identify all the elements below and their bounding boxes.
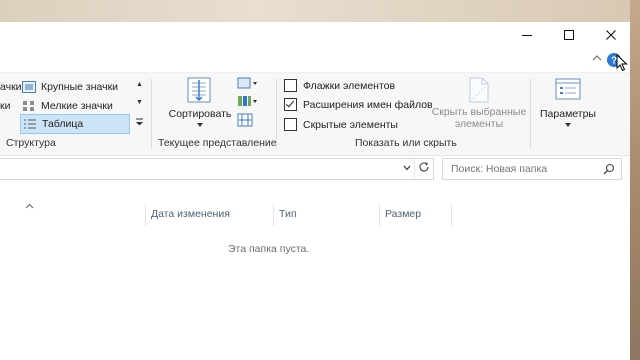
label-line-1: Скрыть выбранные xyxy=(431,106,527,118)
options-icon xyxy=(555,78,581,100)
column-divider[interactable] xyxy=(451,204,452,226)
layout-item-label: ки xyxy=(0,100,11,112)
file-explorer-window: ? ачки ки Крупные значки Мелкие значки Т… xyxy=(0,22,630,360)
column-divider[interactable] xyxy=(273,204,274,226)
layout-item-medium-icons[interactable]: ачки xyxy=(0,78,22,96)
checkbox-label: Расширения имен файлов xyxy=(303,98,433,111)
search-input[interactable] xyxy=(449,162,603,176)
checkbox-label: Скрытые элементы xyxy=(303,118,398,131)
layout-item-large-icons[interactable]: Крупные значки xyxy=(22,78,118,96)
group-divider xyxy=(276,79,277,149)
large-icons-icon xyxy=(22,81,36,93)
empty-folder-message: Эта папка пуста. xyxy=(228,243,310,255)
title-bar xyxy=(0,22,630,48)
checkbox-box-checked[interactable] xyxy=(284,98,297,111)
hidden-items-toggle[interactable]: Скрытые элементы xyxy=(284,118,398,131)
layout-scroll-down-icon[interactable]: ▼ xyxy=(136,99,143,106)
size-columns-icon xyxy=(237,113,253,127)
add-columns-icon xyxy=(238,96,257,106)
layout-item-small-icons-partial[interactable]: ки xyxy=(0,97,10,115)
minimize-button[interactable] xyxy=(506,22,548,48)
address-bar[interactable] xyxy=(0,158,434,180)
maximize-icon xyxy=(564,30,574,40)
group-by-icon xyxy=(237,77,257,89)
layout-item-label: Мелкие значки xyxy=(41,100,113,112)
desktop-background-edge xyxy=(630,0,640,360)
chevron-down-icon xyxy=(197,123,203,127)
close-icon xyxy=(606,30,616,40)
ribbon-view-tab: ачки ки Крупные значки Мелкие значки Таб… xyxy=(0,72,630,156)
chevron-down-icon[interactable] xyxy=(403,165,411,171)
column-header-date-modified[interactable]: Дата изменения xyxy=(151,208,230,220)
column-header-size[interactable]: Размер xyxy=(385,208,421,220)
size-columns-button[interactable] xyxy=(237,113,253,130)
layout-scroll-up-icon[interactable]: ▲ xyxy=(136,81,143,88)
sort-by-label: Сортировать xyxy=(168,108,232,120)
add-columns-button[interactable] xyxy=(237,95,259,110)
search-box[interactable] xyxy=(442,158,622,180)
address-bar-row xyxy=(0,156,630,184)
refresh-icon[interactable] xyxy=(418,161,430,173)
sort-by-icon xyxy=(187,77,211,103)
options-label: Параметры xyxy=(540,108,596,120)
mouse-cursor-icon xyxy=(616,54,628,72)
file-name-extensions-toggle[interactable]: Расширения имен файлов xyxy=(284,98,433,111)
hide-selected-items-button[interactable]: Скрыть выбранные элементы xyxy=(430,75,528,133)
layout-item-label: ачки xyxy=(0,81,22,93)
address-divider xyxy=(414,159,415,179)
maximize-button[interactable] xyxy=(548,22,590,48)
layout-item-details[interactable]: Таблица xyxy=(20,114,130,134)
hide-selected-items-icon xyxy=(469,77,489,103)
options-button[interactable]: Параметры xyxy=(536,75,600,133)
layout-group-label: Структура xyxy=(6,137,56,149)
ribbon-collapse-icon[interactable] xyxy=(592,54,602,62)
details-icon xyxy=(24,119,36,129)
minimize-icon xyxy=(522,35,532,36)
show-hide-group-label: Показать или скрыть xyxy=(355,137,457,149)
layout-item-label: Крупные значки xyxy=(41,81,119,93)
sort-ascending-icon xyxy=(25,203,34,209)
group-divider xyxy=(151,79,152,149)
item-check-boxes-toggle[interactable]: Флажки элементов xyxy=(284,79,395,92)
group-divider xyxy=(530,79,531,149)
layout-expand-icon[interactable] xyxy=(135,117,144,127)
close-button[interactable] xyxy=(590,22,632,48)
checkbox-box[interactable] xyxy=(284,79,297,92)
layout-item-label: Таблица xyxy=(42,118,84,130)
hide-selected-items-label: Скрыть выбранные элементы xyxy=(430,106,528,130)
current-view-group-label: Текущее представление xyxy=(158,137,277,149)
checkbox-label: Флажки элементов xyxy=(303,79,396,92)
group-by-button[interactable] xyxy=(237,77,259,92)
chevron-down-icon xyxy=(565,123,571,127)
column-divider[interactable] xyxy=(379,204,380,226)
sort-by-button[interactable]: Сортировать xyxy=(167,75,233,133)
ribbon-tab-row: ? xyxy=(0,48,630,72)
layout-item-small-icons[interactable]: Мелкие значки xyxy=(22,97,113,115)
column-header-type[interactable]: Тип xyxy=(279,208,297,220)
label-line-2: элементы xyxy=(454,118,504,130)
search-icon[interactable] xyxy=(603,163,615,175)
checkbox-box[interactable] xyxy=(284,118,297,131)
column-divider[interactable] xyxy=(145,204,146,226)
desktop-background xyxy=(0,0,640,22)
small-icons-icon xyxy=(23,101,34,111)
